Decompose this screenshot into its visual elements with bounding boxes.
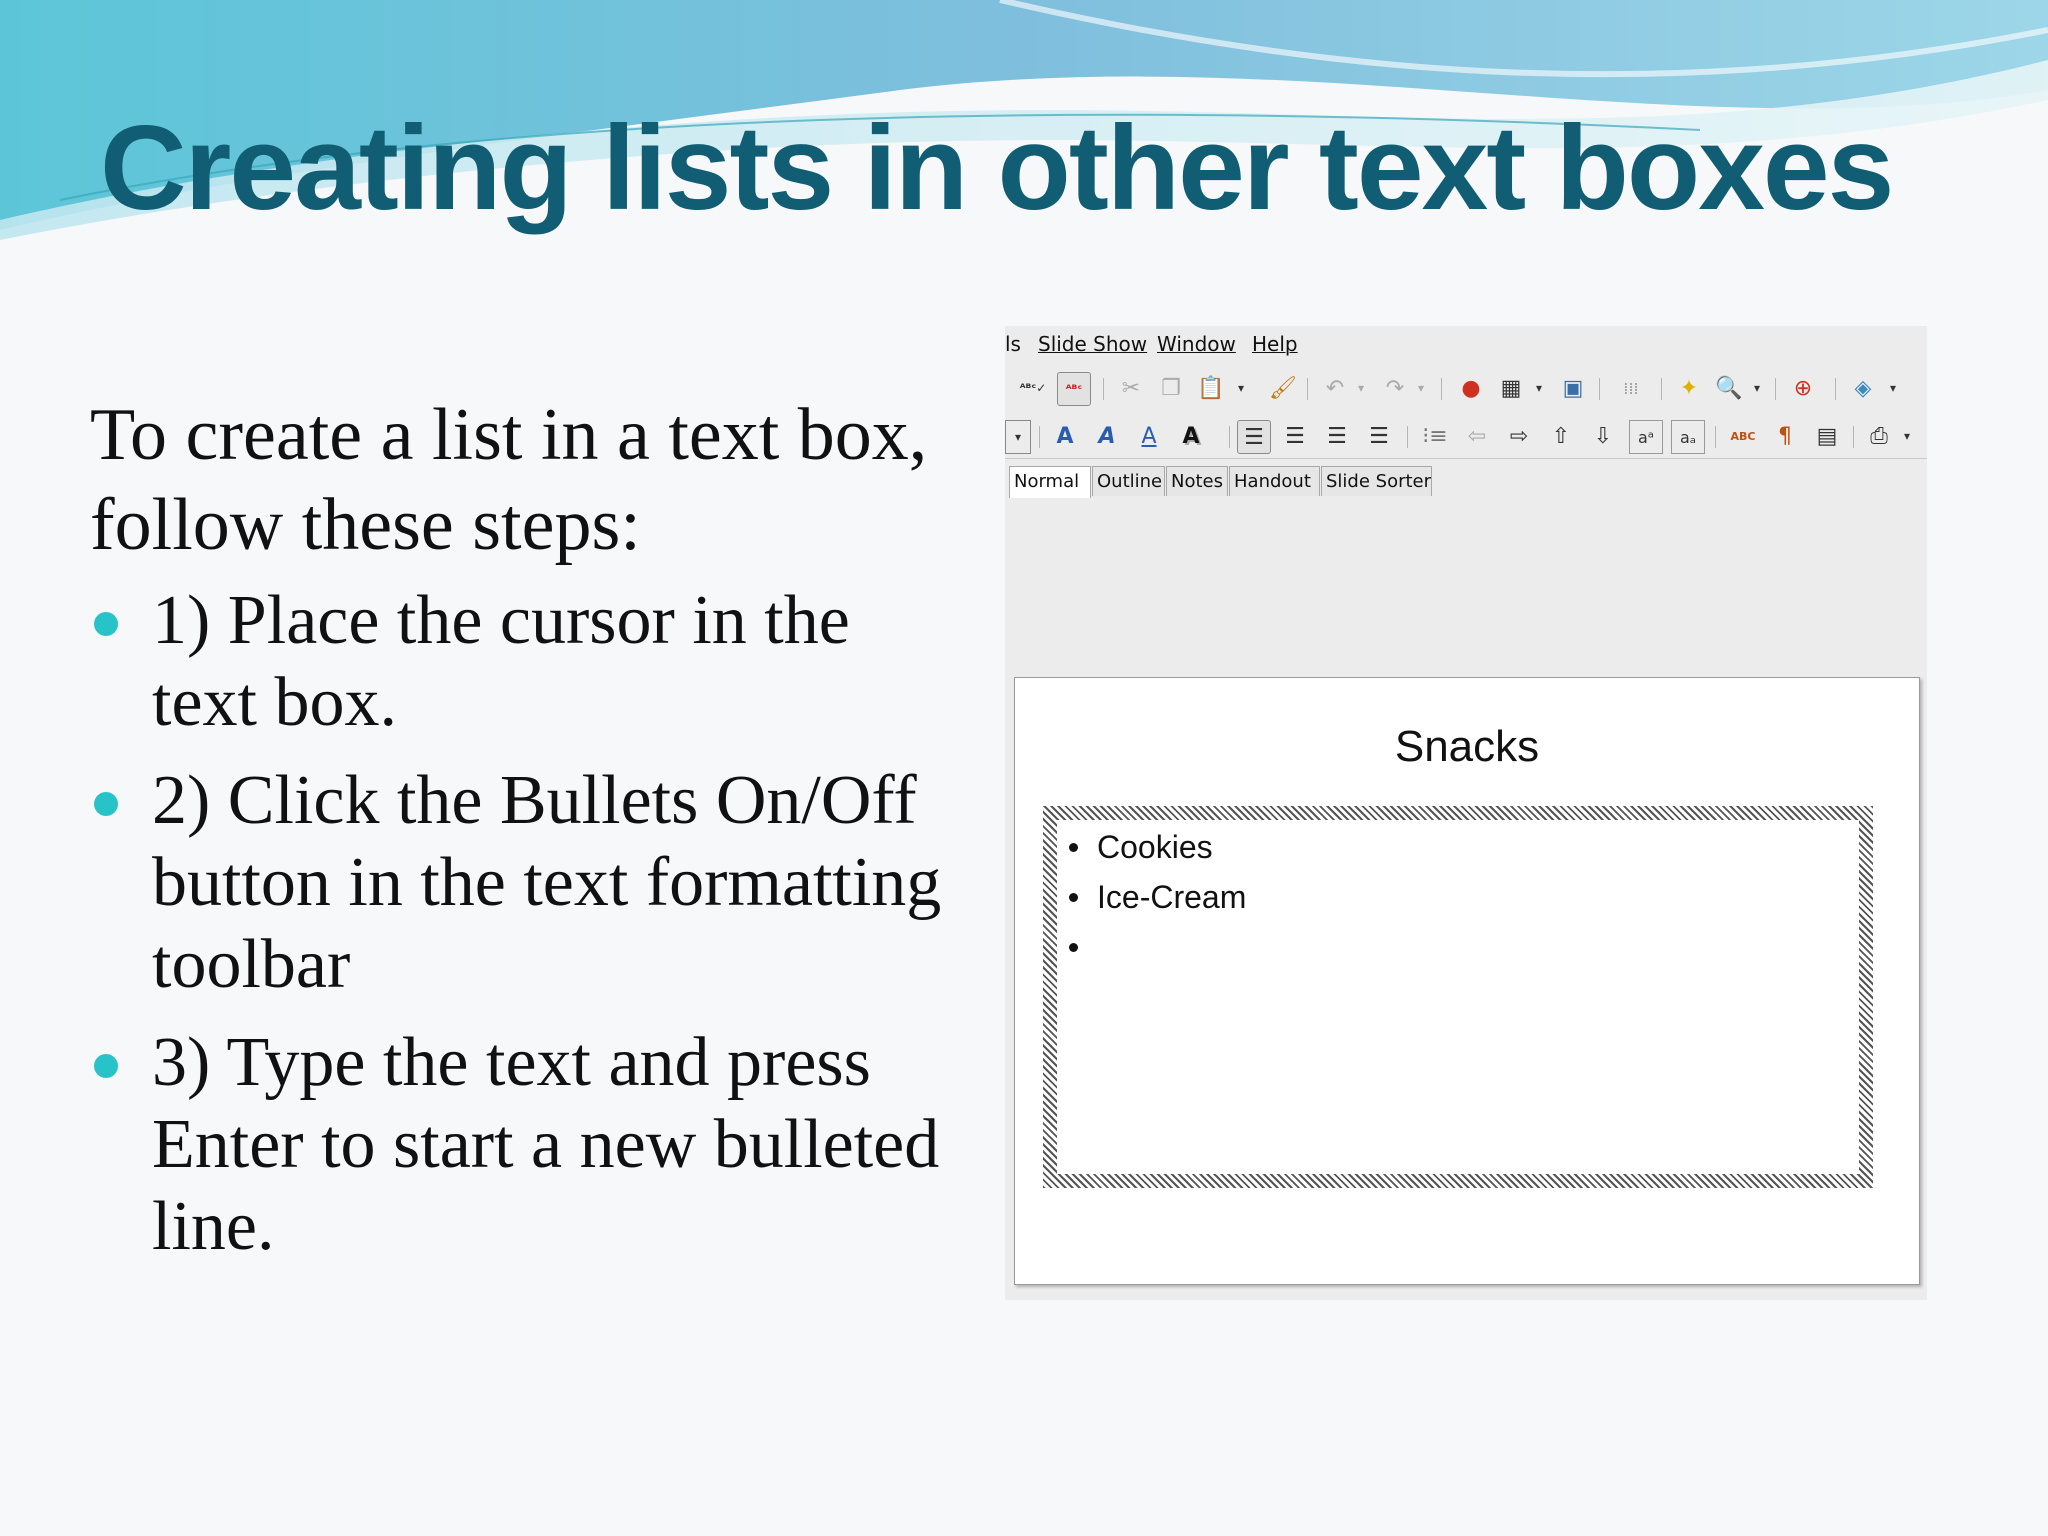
- chart-icon[interactable]: ●: [1455, 372, 1487, 404]
- grid-icon[interactable]: ⁞⁞⁞: [1615, 372, 1647, 404]
- selected-text-box[interactable]: Cookies Ice-Cream: [1043, 806, 1873, 1188]
- bullet-icon: [1069, 843, 1078, 852]
- redo-dropdown-icon[interactable]: ▾: [1405, 372, 1437, 404]
- tab-notes[interactable]: Notes: [1166, 466, 1228, 496]
- superscript-icon[interactable]: aᵃ: [1629, 420, 1663, 454]
- app-screenshot: ls Slide Show Window Help ᴬᴮᶜ✓ ᴬᴮᶜ ✂ ❐ 📋…: [1005, 326, 1927, 1300]
- list-icon[interactable]: ▤: [1811, 420, 1843, 452]
- cut-icon[interactable]: ✂: [1115, 372, 1147, 404]
- list-item[interactable]: Cookies: [1067, 822, 1246, 872]
- align-center-icon[interactable]: ☰: [1279, 420, 1311, 452]
- paragraph-icon[interactable]: ¶: [1769, 420, 1801, 452]
- clone-formatting-icon[interactable]: 🖌: [1267, 372, 1299, 404]
- tab-normal[interactable]: Normal: [1009, 466, 1091, 498]
- help-icon[interactable]: ⊕: [1787, 372, 1819, 404]
- standard-toolbar: ᴬᴮᶜ✓ ᴬᴮᶜ ✂ ❐ 📋 ▾ 🖌 ↶ ▾ ↷ ▾ ● ▦ ▾ ▣ ⁞⁞⁞ ✦…: [1005, 366, 1927, 410]
- underline-icon[interactable]: A: [1133, 420, 1165, 452]
- tab-outline[interactable]: Outline: [1092, 466, 1165, 496]
- intro-text: To create a list in a text box, follow t…: [90, 394, 928, 566]
- shadow-icon[interactable]: A: [1175, 420, 1207, 452]
- bullet-dot-icon: [94, 792, 118, 816]
- slide-title: Creating lists in other text boxes: [100, 101, 1894, 235]
- step-text: 3) Type the text and press Enter to star…: [152, 1024, 940, 1265]
- list-item: 1) Place the cursor in the text box.: [90, 580, 970, 744]
- italic-icon[interactable]: A: [1091, 420, 1123, 452]
- bullets-icon[interactable]: ⁝≡: [1419, 420, 1451, 452]
- justify-icon[interactable]: ☰: [1363, 420, 1395, 452]
- bullet-dot-icon: [94, 612, 118, 636]
- tab-handout[interactable]: Handout: [1229, 466, 1320, 496]
- steps-list: 1) Place the cursor in the text box. 2) …: [90, 580, 970, 1284]
- inner-slide-title[interactable]: Snacks: [1015, 722, 1919, 772]
- undo-dropdown-icon[interactable]: ▾: [1345, 372, 1377, 404]
- bullet-icon: [1069, 943, 1078, 952]
- subscript-icon[interactable]: aₐ: [1671, 420, 1705, 454]
- bullet-icon: [1069, 893, 1078, 902]
- slide-canvas[interactable]: Snacks Cookies Ice-Cream: [1014, 677, 1920, 1285]
- menu-help[interactable]: Help: [1252, 332, 1298, 356]
- step-text: 1) Place the cursor in the text box.: [152, 582, 850, 741]
- spellcheck-abc-icon[interactable]: ABC: [1727, 420, 1759, 452]
- navigator-icon[interactable]: ◈: [1847, 372, 1879, 404]
- bold-icon[interactable]: A: [1049, 420, 1081, 452]
- promote-icon[interactable]: ⇨: [1503, 420, 1535, 452]
- move-up-icon[interactable]: ⇧: [1545, 420, 1577, 452]
- step-text: 2) Click the Bullets On/Off button in th…: [152, 762, 942, 1003]
- copy-icon[interactable]: ❐: [1155, 372, 1187, 404]
- tab-slide-sorter[interactable]: Slide Sorter: [1321, 466, 1432, 496]
- table-dropdown-icon[interactable]: ▾: [1523, 372, 1555, 404]
- paste-dropdown-icon[interactable]: ▾: [1225, 372, 1257, 404]
- list-item[interactable]: [1067, 922, 1246, 972]
- zoom-dropdown-icon[interactable]: ▾: [1741, 372, 1773, 404]
- demote-icon[interactable]: ⇦: [1461, 420, 1493, 452]
- format-dropdown-icon[interactable]: ▾: [1891, 420, 1923, 452]
- menu-window[interactable]: Window: [1157, 332, 1236, 356]
- navigator-dropdown-icon[interactable]: ▾: [1877, 372, 1909, 404]
- bullet-dot-icon: [94, 1054, 118, 1078]
- align-left-icon[interactable]: ☰: [1237, 420, 1271, 454]
- menu-tools-partial[interactable]: ls: [1005, 332, 1021, 356]
- star-icon[interactable]: ✦: [1673, 372, 1705, 404]
- dropdown-icon[interactable]: ▾: [1005, 420, 1031, 454]
- image-icon[interactable]: ▣: [1557, 372, 1589, 404]
- autospellcheck-icon[interactable]: ᴬᴮᶜ: [1057, 372, 1091, 406]
- list-item: 3) Type the text and press Enter to star…: [90, 1022, 970, 1268]
- move-down-icon[interactable]: ⇩: [1587, 420, 1619, 452]
- align-right-icon[interactable]: ☰: [1321, 420, 1353, 452]
- paste-icon[interactable]: 📋: [1195, 372, 1227, 404]
- list-item: 2) Click the Bullets On/Off button in th…: [90, 760, 970, 1006]
- text-formatting-toolbar: ▾ A A A A ☰ ☰ ☰ ☰ ⁝≡ ⇦ ⇨ ⇧ ⇩ aᵃ aₐ ABC ¶…: [1005, 414, 1927, 459]
- menu-bar: ls Slide Show Window Help: [1005, 326, 1927, 360]
- list-item[interactable]: Ice-Cream: [1067, 872, 1246, 922]
- spellcheck-icon[interactable]: ᴬᴮᶜ✓: [1017, 372, 1049, 404]
- text-box-list: Cookies Ice-Cream: [1067, 822, 1246, 972]
- menu-slide-show[interactable]: Slide Show: [1038, 332, 1147, 356]
